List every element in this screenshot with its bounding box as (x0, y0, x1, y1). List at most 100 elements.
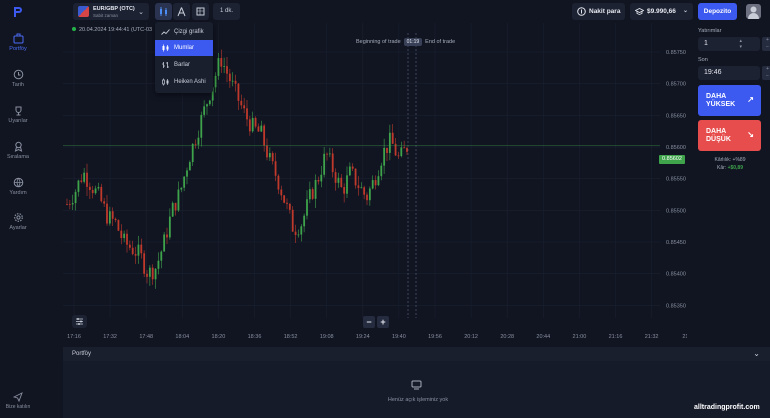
lower-label-1: DAHA (706, 128, 727, 135)
gear-icon (13, 213, 23, 222)
live-dot (72, 27, 76, 31)
candle-body (214, 75, 217, 88)
x-tick-label: 18:52 (284, 334, 298, 340)
candle-body (234, 80, 237, 84)
time-adjust-button[interactable]: + − (762, 66, 770, 80)
join-us-label: Bize katılın (5, 404, 31, 410)
x-tick-label: 20:28 (500, 334, 514, 340)
candle-body (343, 187, 346, 194)
deposit-button[interactable]: Depozito (698, 3, 737, 20)
x-tick-label: 21:4 (682, 334, 687, 340)
compass-icon (177, 7, 186, 17)
candle-body (360, 187, 363, 189)
menu-item-line-chart[interactable]: Çizgi grafik (155, 24, 213, 40)
chevron-down-icon[interactable]: ⌄ (753, 347, 760, 361)
join-us-button[interactable]: Bize katılın (0, 392, 36, 410)
indicators-button[interactable] (192, 3, 209, 20)
sidebar-item-history[interactable]: Tarih (0, 69, 36, 88)
candle-body (71, 203, 74, 205)
candle-body (174, 202, 177, 211)
trade-window-labels: Beginning of trade 01:19 End of trade (356, 38, 455, 46)
line-chart-icon (161, 29, 170, 35)
menu-item-label: Çizgi grafik (174, 29, 204, 35)
candle-body (263, 125, 266, 146)
menu-item-bars[interactable]: Barlar (155, 57, 213, 73)
x-tick-label: 18:20 (212, 334, 226, 340)
current-price-tag: 0.85602 (659, 155, 685, 164)
candle-body (331, 153, 334, 173)
time-interval-button[interactable]: 1 dk. (213, 3, 240, 20)
candle-body (297, 234, 300, 236)
arrow-up-right-icon: ↗ (747, 95, 754, 104)
menu-item-label: Mumlar (174, 45, 195, 51)
logo-icon[interactable] (11, 5, 25, 19)
candle-body (126, 233, 128, 245)
candle-body (283, 195, 286, 203)
candle-body (103, 201, 106, 204)
menu-item-candles[interactable]: Mumlar (155, 40, 213, 56)
sidebar-item-ranking[interactable]: Sıralama (0, 141, 36, 160)
sidebar-item-portfolio[interactable]: Portföy (0, 33, 36, 52)
candle-body (166, 234, 168, 238)
candle-body (223, 66, 226, 67)
candles-icon (162, 44, 169, 52)
amount-input[interactable]: 1 ▴ ▾ + − (698, 37, 770, 51)
monitor-icon (411, 380, 422, 390)
profit-amount-label: Kâr: (717, 165, 727, 171)
balance-button[interactable]: $9.990,66 ⌄ (630, 3, 693, 20)
amount-stepper[interactable]: ▴ ▾ (739, 38, 742, 50)
asset-type: Sabit zaman (93, 13, 119, 18)
candle-body (194, 143, 197, 145)
higher-button[interactable]: DAHA YÜKSEK ↗ (698, 85, 761, 116)
candle-body (257, 126, 260, 132)
candle-body (91, 189, 94, 194)
candle-body (77, 180, 80, 192)
candle-body (400, 147, 403, 157)
zoom-out-button[interactable]: − (363, 316, 375, 328)
x-tick-label: 21:32 (645, 334, 659, 340)
chart-settings-button[interactable] (72, 315, 87, 328)
sidebar-item-label: Portföy (9, 46, 27, 52)
zoom-in-button[interactable]: + (377, 316, 389, 328)
candle-body (203, 106, 206, 115)
candle-body (217, 58, 220, 76)
x-tick-label: 20:44 (536, 334, 550, 340)
candle-body (240, 100, 243, 106)
candle-body (197, 137, 200, 145)
menu-item-heiken-ashi[interactable]: Heiken Ashi (155, 74, 213, 90)
candle-body (140, 244, 143, 254)
x-tick-label: 19:56 (428, 334, 442, 340)
candle-body (148, 267, 151, 277)
drawing-tools-button[interactable] (173, 3, 190, 20)
asset-name: EUR/GBP (OTC) (93, 6, 135, 12)
globe-icon (13, 177, 23, 188)
candle-body (154, 268, 157, 280)
candle-body (363, 187, 366, 195)
candle-body (100, 186, 103, 202)
candle-body (306, 199, 308, 216)
y-tick-label: 0.85400 (666, 272, 686, 278)
lower-button[interactable]: DAHA DÜŞÜK ↘ (698, 120, 761, 151)
candle-body (326, 153, 328, 155)
sidebar-item-alerts[interactable]: Uyarılar (0, 105, 36, 124)
chart-type-button[interactable] (155, 3, 172, 20)
avatar[interactable] (746, 4, 761, 19)
chart-timestamp: 20.04.2024 19:44:41 (UTC-03 (72, 27, 152, 33)
asset-selector[interactable]: EUR/GBP (OTC) Sabit zaman ⌄ (73, 3, 149, 20)
y-tick-label: 0.85350 (666, 303, 686, 309)
time-input[interactable]: 19:46 + − (698, 66, 770, 80)
time-value: 19:46 (704, 69, 722, 76)
candle-body (146, 273, 148, 277)
candle-body (180, 187, 183, 190)
candle-body (277, 175, 280, 190)
y-tick-label: 0.85600 (666, 145, 686, 151)
candle-body (200, 114, 203, 138)
time-label: Son (698, 57, 708, 63)
sidebar-item-help[interactable]: Yardım (0, 177, 36, 196)
cash-account-button[interactable]: Nakit para (572, 3, 625, 20)
amount-adjust-button[interactable]: + − (762, 37, 770, 51)
portfolio-header[interactable]: Portföy ⌄ (63, 347, 770, 361)
sidebar-item-settings[interactable]: Ayarlar (0, 212, 36, 231)
candle-body (308, 189, 311, 200)
amount-value: 1 (704, 40, 708, 47)
